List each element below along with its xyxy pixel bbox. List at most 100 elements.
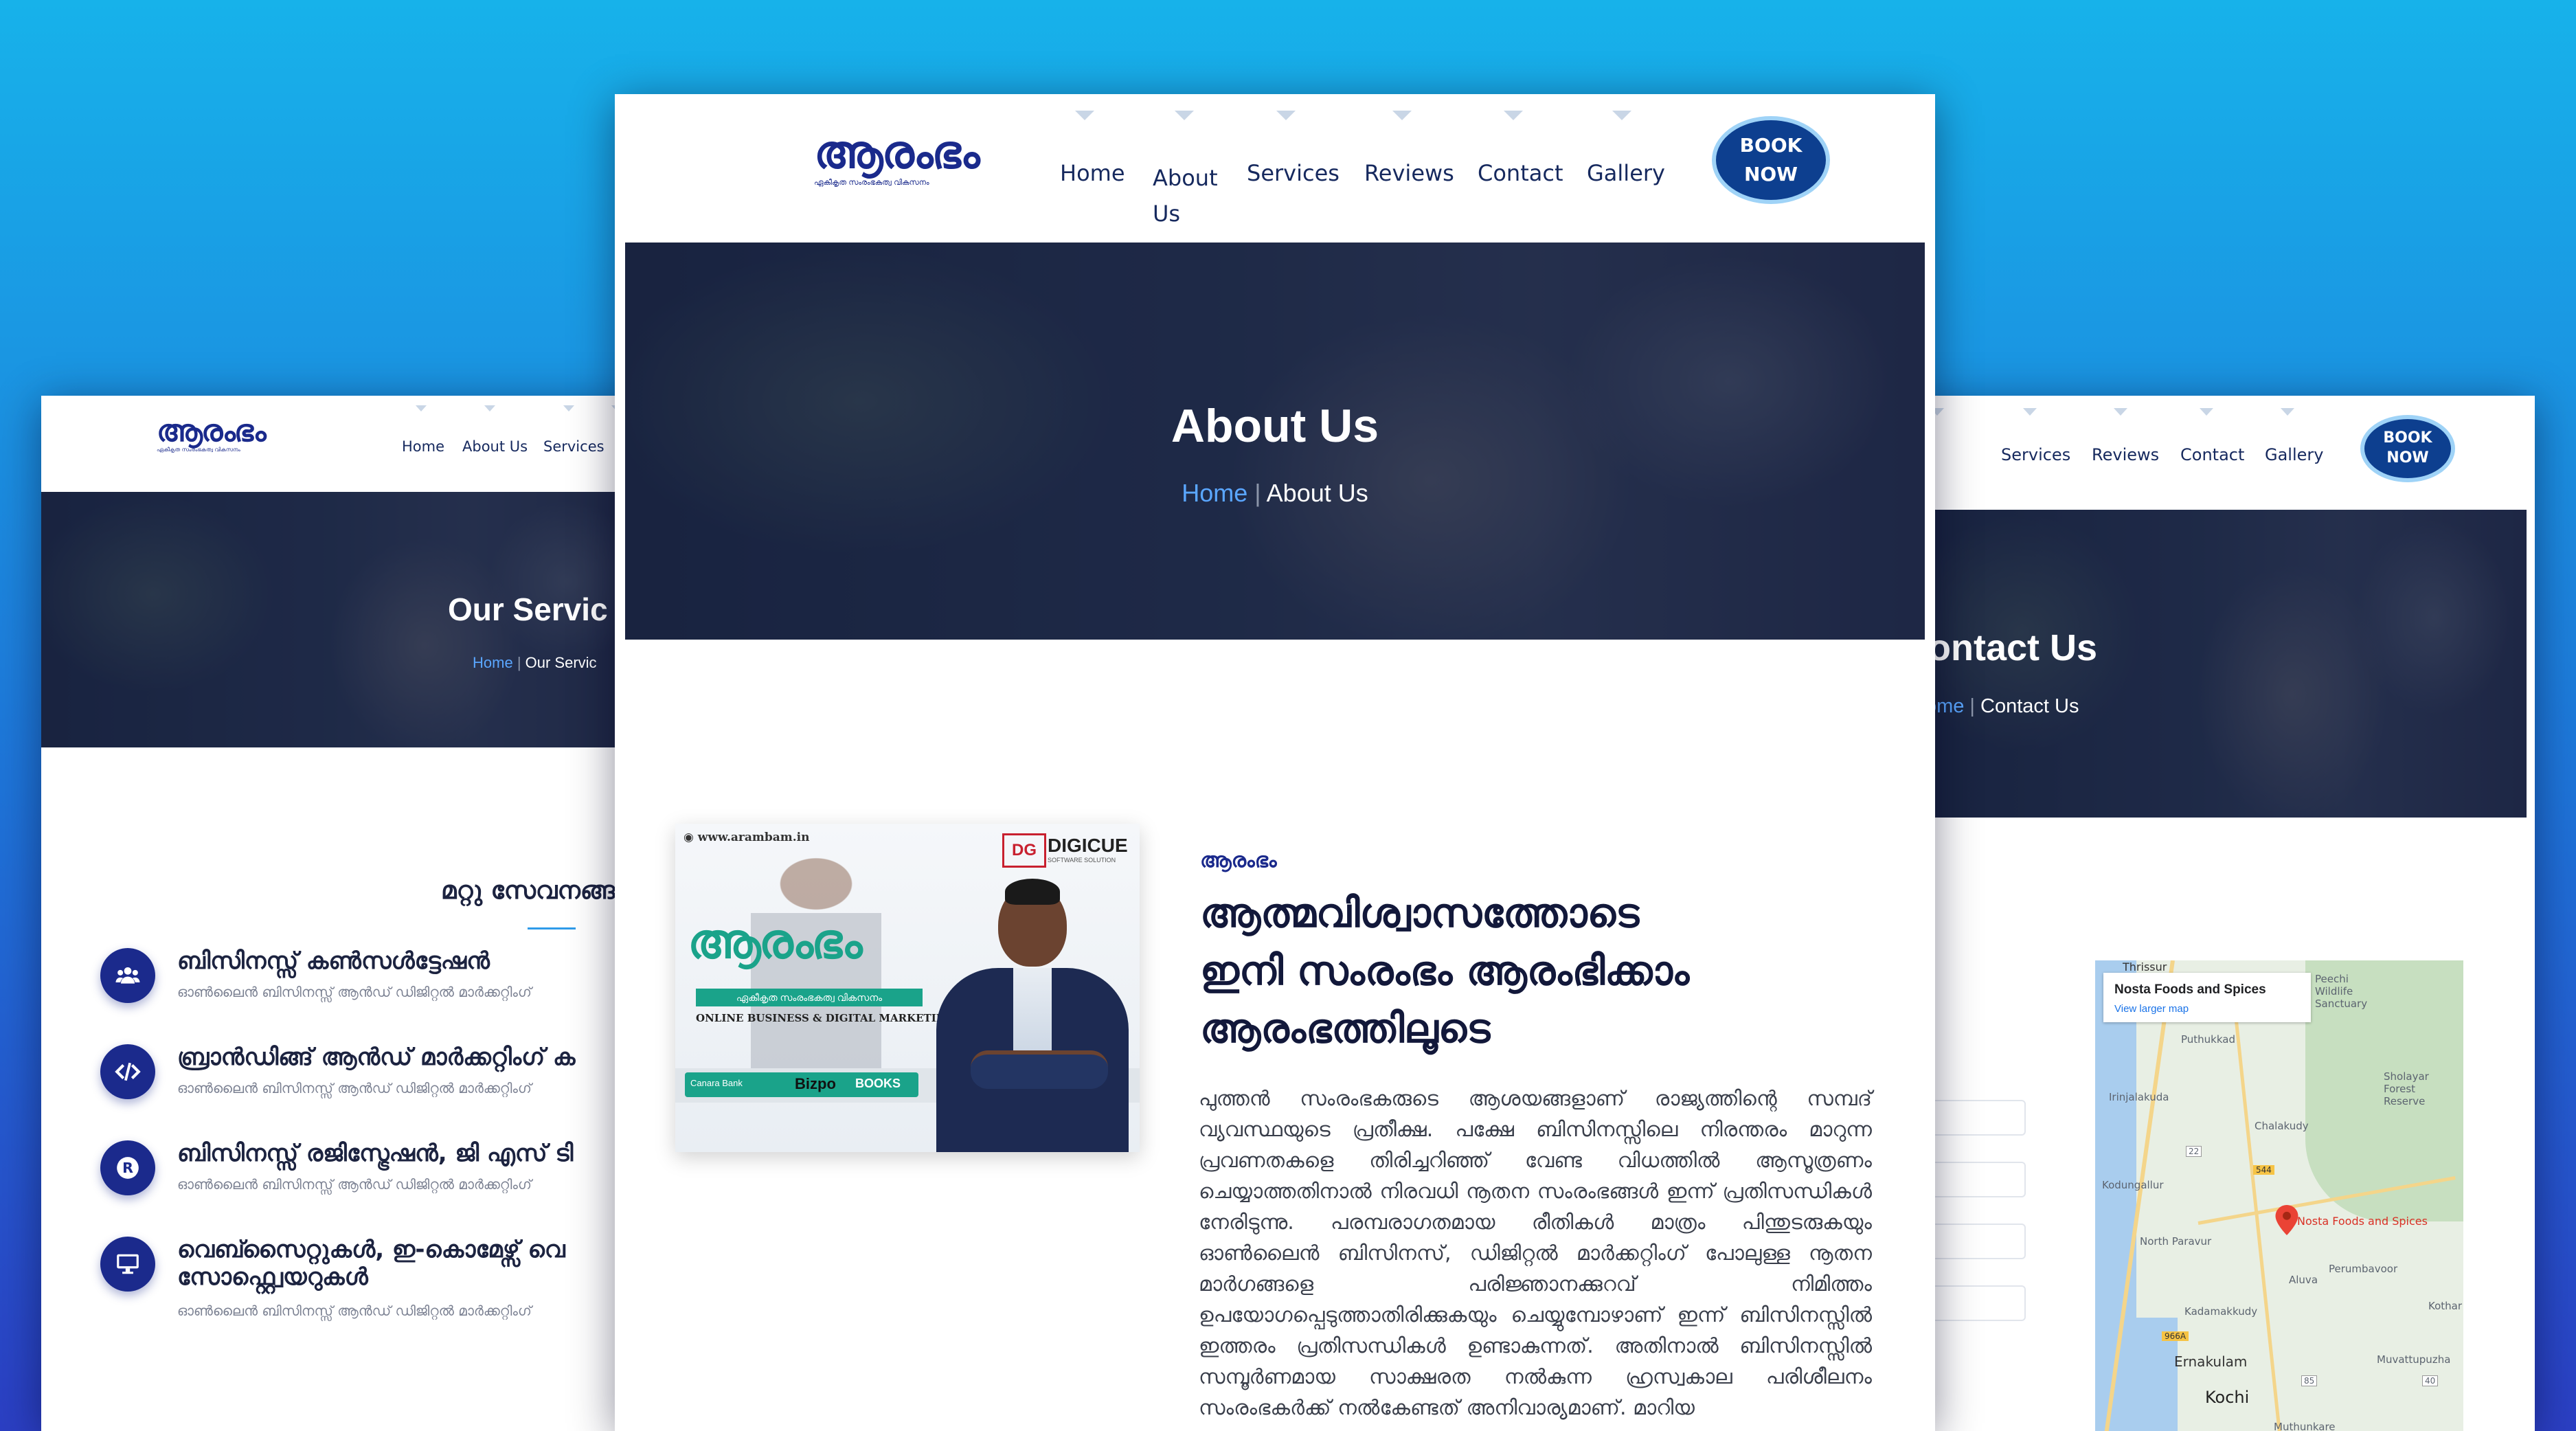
nav-indicator [1612, 111, 1631, 120]
partner-logo: Bizpo [795, 1075, 836, 1092]
road-number: 40 [2422, 1375, 2439, 1386]
breadcrumb-home[interactable]: Home [1182, 479, 1247, 507]
logo-mark: ആരംഭം [814, 126, 980, 179]
book-label: BOOK [1739, 134, 1803, 157]
map-label: Perumbavoor [2329, 1263, 2398, 1275]
map-label: Aluva [2289, 1274, 2318, 1286]
breadcrumb-home[interactable]: Home [473, 654, 513, 671]
hero-title: Contact Us [1910, 627, 2098, 668]
road-number: 85 [2301, 1375, 2318, 1386]
breadcrumb: Home | Our Servic [473, 654, 597, 671]
service-title: ബിസിനസ്സ് കൺസൾട്ടേഷൻ [177, 947, 490, 975]
nav-indicator [2114, 408, 2127, 416]
about-page-screenshot: ആരംഭം ഏകീകൃത സംരംഭകത്വ വികസനം Home About… [615, 94, 1935, 1431]
nav-gallery[interactable]: Gallery [2265, 445, 2323, 464]
map-label: Peechi Wildlife Sanctuary [2315, 973, 2368, 1010]
nav-reviews[interactable]: Reviews [1364, 160, 1454, 186]
nav-home[interactable]: Home [402, 438, 444, 455]
map-label: Chalakudy [2255, 1120, 2309, 1132]
promo-website: ◉ www.arambam.in [683, 831, 810, 844]
services-page-screenshot: ആരംഭം ഏകീകൃത സംരംഭകത്വ വികസനം Home About… [41, 396, 659, 1431]
book-label: BOOK [2383, 429, 2432, 447]
nav-gallery[interactable]: Gallery [1587, 160, 1665, 186]
logo-mark: ആരംഭം [157, 414, 267, 449]
nav-home[interactable]: Home [1060, 160, 1125, 186]
map-pin-icon[interactable] [2275, 1205, 2298, 1239]
breadcrumb-current: Contact Us [1980, 695, 2079, 717]
map-label: Kadamakkudy [2184, 1305, 2258, 1318]
promo-tagline: ഏകീകൃത സംരംഭകത്വ വികസനം [696, 989, 923, 1006]
nav-services[interactable]: Services [543, 438, 605, 455]
about-paragraph: പുത്തൻ സംരംഭകരുടെ ആശയങ്ങളാണ് രാജ്യത്തിന്… [1199, 1087, 1872, 1420]
breadcrumb-current: Our Servic [525, 654, 597, 671]
nav-services[interactable]: Services [2001, 445, 2070, 464]
nav-about[interactable]: About Us [462, 438, 528, 455]
contact-hero-banner: Contact Us Home | Contact Us [1910, 510, 2527, 818]
map-label: Ernakulam [2174, 1353, 2248, 1370]
google-map[interactable]: Nosta Foods and Spices View larger map T… [2095, 960, 2463, 1431]
now-label: NOW [2386, 449, 2429, 466]
nav-contact[interactable]: Contact [2180, 445, 2244, 464]
heading-line: ആരംഭത്തിലൂടെ [1200, 1005, 1491, 1052]
services-hero-banner: Our Servic Home | Our Servic [41, 492, 659, 747]
heading-line: ഇനി സംരംഭം ആരംഭിക്കാം [1200, 947, 1690, 994]
site-logo[interactable]: ആരംഭം ഏകീകൃത സംരംഭകത്വ വികസനം [157, 414, 267, 453]
promo-brand-sub: SOFTWARE SOLUTION [1048, 857, 1116, 864]
road-number: 966A [2162, 1331, 2189, 1341]
heading-line: ആത്മവിശ്വാസത്തോടെ [1200, 890, 1640, 936]
service-subtitle: ഓൺലൈൻ ബിസിനസ്സ് ആൻഡ് ഡിജിറ്റൽ മാർക്കറ്റി… [177, 984, 532, 1000]
svg-text:R: R [122, 1160, 133, 1176]
promo-brand: DIGICUE [1048, 835, 1128, 856]
nav-indicator [1504, 111, 1523, 120]
nav-indicator [484, 405, 495, 412]
heading-underline [528, 927, 576, 929]
about-hero-banner: About Us Home | About Us [625, 243, 1925, 640]
nav-contact[interactable]: Contact [1478, 160, 1563, 186]
registered-icon: R [100, 1140, 155, 1195]
book-now-button[interactable]: BOOK NOW [1716, 120, 1826, 200]
map-place-name: Nosta Foods and Spices [2114, 982, 2266, 997]
nav-indicator [2023, 408, 2037, 416]
partner-logo: Canara Bank [690, 1078, 743, 1088]
map-label: Kodungallur [2102, 1179, 2164, 1191]
breadcrumb: Home | Contact Us [1911, 695, 2079, 717]
map-label: Muthunkare [2274, 1421, 2336, 1431]
service-subtitle: ഓൺലൈൻ ബിസിനസ്സ് ആൻഡ് ഡിജിറ്റൽ മാർക്കറ്റി… [177, 1303, 532, 1319]
person-arms [971, 1050, 1108, 1089]
promo-logo-mark: ആരംഭം [688, 913, 862, 969]
service-title: ബിസിനസ്സ് രജിസ്ട്രേഷൻ, ജി എസ് ടി [177, 1140, 574, 1167]
nav-reviews[interactable]: Reviews [2092, 445, 2159, 464]
digicue-logo-icon: DG [1002, 833, 1046, 868]
map-label: Kothar [2428, 1300, 2463, 1312]
service-subtitle: ഓൺലൈൻ ബിസിനസ്സ് ആൻഡ് ഡിജിറ്റൽ മാർക്കറ്റി… [177, 1080, 532, 1096]
book-now-button[interactable]: BOOK NOW [2364, 419, 2451, 478]
nav-about[interactable]: About Us [1153, 160, 1228, 232]
promo-banner-image: ◉ www.arambam.in DG DIGICUE SOFTWARE SOL… [675, 824, 1140, 1152]
code-icon [100, 1044, 155, 1099]
nav-indicator [1392, 111, 1412, 120]
nav-indicator [1075, 111, 1094, 120]
map-label: Thrissur [2123, 960, 2167, 973]
nav-services[interactable]: Services [1247, 160, 1340, 186]
map-pin-label: Nosta Foods and Spices [2297, 1215, 2428, 1228]
nav-indicator [563, 405, 574, 412]
promo-strap: ONLINE BUSINESS & DIGITAL MARKETING [696, 1012, 955, 1024]
person-hair [1005, 879, 1060, 905]
monitor-icon [100, 1237, 155, 1292]
map-label: North Paravur [2140, 1235, 2212, 1248]
breadcrumb-current: About Us [1266, 479, 1368, 507]
view-larger-map-link[interactable]: View larger map [2114, 1003, 2189, 1015]
service-title-line2: സോഫ്റ്റ്വെയറുകൾ [177, 1263, 368, 1291]
logo-tagline: ഏകീകൃത സംരംഭകത്വ വികസനം [814, 178, 929, 187]
map-label: Irinjalakuda [2109, 1091, 2169, 1103]
site-logo[interactable]: ആരംഭം ഏകീകൃത സംരംഭകത്വ വികസനം [814, 126, 980, 188]
nav-indicator [416, 405, 427, 412]
map-label: Sholayar Forest Reserve [2384, 1070, 2429, 1107]
map-label: Puthukkad [2181, 1033, 2236, 1046]
nav-indicator [1175, 111, 1194, 120]
section-heading: ആത്മവിശ്വാസത്തോടെ ഇനി സംരംഭം ആരംഭിക്കാം … [1200, 884, 1689, 1057]
service-title: ബ്രാൻഡിങ്ങ് ആൻഡ് മാർക്കറ്റിംഗ് ക [177, 1044, 576, 1071]
road-number: 22 [2186, 1146, 2202, 1157]
nav-indicator [1276, 111, 1296, 120]
section-eyebrow: ആരംഭം [1200, 848, 1277, 872]
